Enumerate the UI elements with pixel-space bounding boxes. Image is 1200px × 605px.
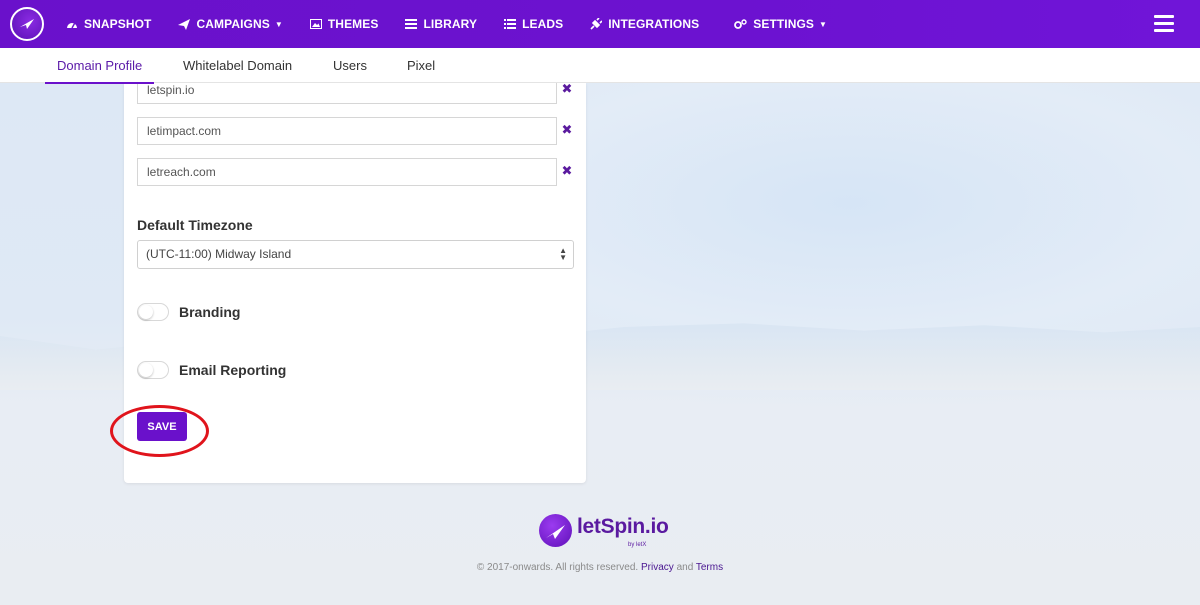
tab-users[interactable]: Users [333, 48, 367, 83]
domain-profile-card: letspin.io ✖ letimpact.com ✖ letreach.co… [124, 76, 586, 483]
list-icon [504, 19, 517, 29]
nav-themes[interactable]: THEMES [309, 17, 379, 31]
branding-label: Branding [179, 304, 241, 320]
nav-leads[interactable]: LEADS [504, 17, 563, 31]
cogs-icon [734, 18, 747, 30]
nav-campaigns[interactable]: CAMPAIGNS ▼ [178, 17, 283, 31]
email-reporting-toggle[interactable] [137, 361, 169, 379]
footer-copyright: © 2017-onwards. All rights reserved. Pri… [0, 562, 1200, 573]
footer-byline: by letX [628, 542, 647, 548]
select-arrows-icon: ▲ ▼ [559, 246, 567, 262]
branding-toggle[interactable] [137, 303, 169, 321]
domain-row: letreach.com ✖ [137, 158, 577, 186]
default-timezone-label: Default Timezone [137, 217, 253, 233]
caret-down-icon: ▼ [274, 19, 283, 29]
app-logo[interactable] [10, 7, 44, 41]
hamburger-menu-icon[interactable] [1154, 15, 1174, 33]
plug-icon [590, 18, 603, 30]
times-icon[interactable]: ✖ [560, 81, 574, 97]
times-icon[interactable]: ✖ [560, 163, 574, 179]
timezone-select[interactable]: (UTC-11:00) Midway Island ▲ ▼ [137, 240, 574, 269]
settings-subnav: Domain Profile Whitelabel Domain Users P… [0, 48, 1200, 84]
tab-domain-profile[interactable]: Domain Profile [44, 48, 155, 84]
nav-integrations[interactable]: INTEGRATIONS [590, 17, 699, 31]
nav-library[interactable]: LIBRARY [405, 17, 477, 31]
times-icon[interactable]: ✖ [560, 122, 574, 138]
domain-field[interactable]: letreach.com [137, 158, 557, 186]
nav-themes-label: THEMES [327, 17, 379, 31]
and-text: and [676, 562, 694, 573]
footer-brand: letSpin.io [577, 515, 669, 538]
tab-whitelabel-domain[interactable]: Whitelabel Domain [183, 48, 292, 83]
copyright-text: © 2017-onwards. All rights reserved. [476, 562, 639, 573]
letspin-logo-icon [539, 514, 572, 547]
nav-snapshot[interactable]: SNAPSHOT [66, 17, 151, 31]
email-reporting-label: Email Reporting [179, 362, 287, 378]
save-button[interactable]: SAVE [137, 412, 187, 441]
footer-logo: letSpin.io by letX [539, 512, 669, 552]
nav-snapshot-label: SNAPSHOT [84, 17, 152, 31]
nav-integrations-label: INTEGRATIONS [608, 17, 700, 31]
paper-plane-icon [178, 18, 191, 30]
nav-leads-label: LEADS [522, 17, 564, 31]
domain-row: letimpact.com ✖ [137, 117, 577, 145]
email-reporting-toggle-row: Email Reporting [137, 359, 286, 381]
branding-toggle-row: Branding [137, 301, 240, 323]
timezone-selected-value: (UTC-11:00) Midway Island [146, 247, 292, 261]
privacy-link[interactable]: Privacy [641, 562, 674, 573]
nav-settings[interactable]: SETTINGS ▼ [734, 17, 827, 31]
tab-pixel[interactable]: Pixel [407, 48, 435, 83]
image-icon [309, 19, 322, 29]
dashboard-icon [66, 19, 78, 29]
nav-settings-label: SETTINGS [753, 17, 815, 31]
top-navbar: SNAPSHOT CAMPAIGNS ▼ THEMES LIBRARY LEAD… [0, 0, 1200, 48]
list-alt-icon [405, 19, 418, 29]
nav-library-label: LIBRARY [423, 17, 478, 31]
paper-plane-logo-icon [20, 19, 34, 29]
caret-down-icon: ▼ [819, 19, 828, 29]
nav-campaigns-label: CAMPAIGNS [196, 17, 270, 31]
terms-link[interactable]: Terms [696, 562, 723, 573]
domain-field[interactable]: letimpact.com [137, 117, 557, 145]
